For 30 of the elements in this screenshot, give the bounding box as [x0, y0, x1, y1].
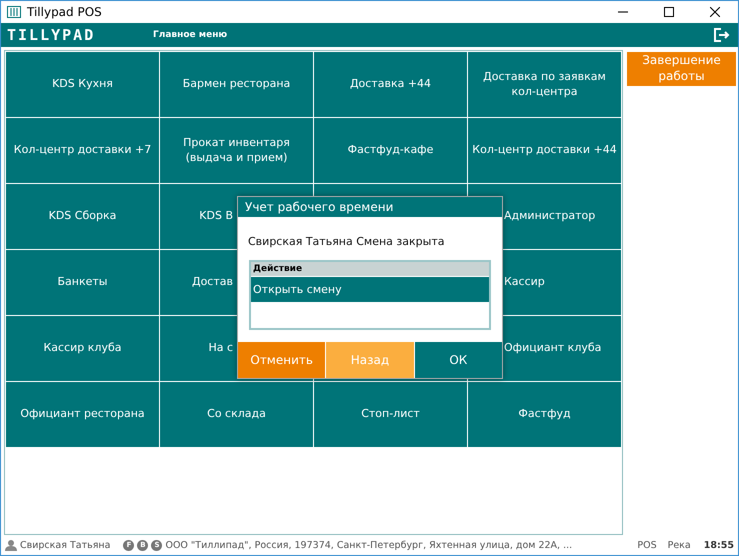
header-title: Главное меню [153, 30, 228, 40]
window-title: Tillypad POS [27, 5, 103, 19]
menu-tile[interactable]: Со склада [160, 382, 313, 447]
app-icon [7, 6, 21, 18]
menu-tile[interactable]: Кол-центр доставки +7 [6, 118, 159, 183]
place-label: Река [668, 540, 691, 550]
column-header: Действие [251, 262, 489, 277]
menu-tile[interactable]: Стоп-лист [314, 382, 467, 447]
exit-icon[interactable] [714, 28, 730, 42]
menu-tile[interactable]: Кол-центр доставки +44 [468, 118, 621, 183]
logo: TILLYPAD [7, 26, 96, 44]
menu-tile[interactable]: Фастфуд [468, 382, 621, 447]
menu-tile[interactable]: Фастфуд-кафе [314, 118, 467, 183]
ok-button[interactable]: ОК [414, 342, 502, 378]
user-name: Свирская Татьяна [20, 540, 110, 550]
user-icon [5, 539, 17, 551]
dialog-title: Учет рабочего времени [238, 197, 502, 217]
clock: 18:55 [704, 540, 734, 550]
menu-tile[interactable]: KDS Кухня [6, 52, 159, 117]
menu-tile[interactable]: Доставка +44 [314, 52, 467, 117]
menu-tile[interactable]: Доставка по заявкам кол-центра [468, 52, 621, 117]
menu-tile[interactable]: Официант ресторана [6, 382, 159, 447]
menu-tile[interactable]: Кассир клуба [6, 316, 159, 381]
mode-label: POS [637, 540, 657, 550]
menu-tile[interactable]: Прокат инвентаря (выдача и прием) [160, 118, 313, 183]
menu-tile[interactable]: KDS Сборка [6, 184, 159, 249]
company-info: ООО "Тиллипад", Россия, 197374, Санкт-Петербург, Яхтенная улица, дом 22А, ... [165, 540, 574, 550]
menu-tile[interactable]: Бармен ресторана [160, 52, 313, 117]
list-row[interactable]: Открыть смену [251, 277, 489, 302]
menu-tile[interactable]: Банкеты [6, 250, 159, 315]
